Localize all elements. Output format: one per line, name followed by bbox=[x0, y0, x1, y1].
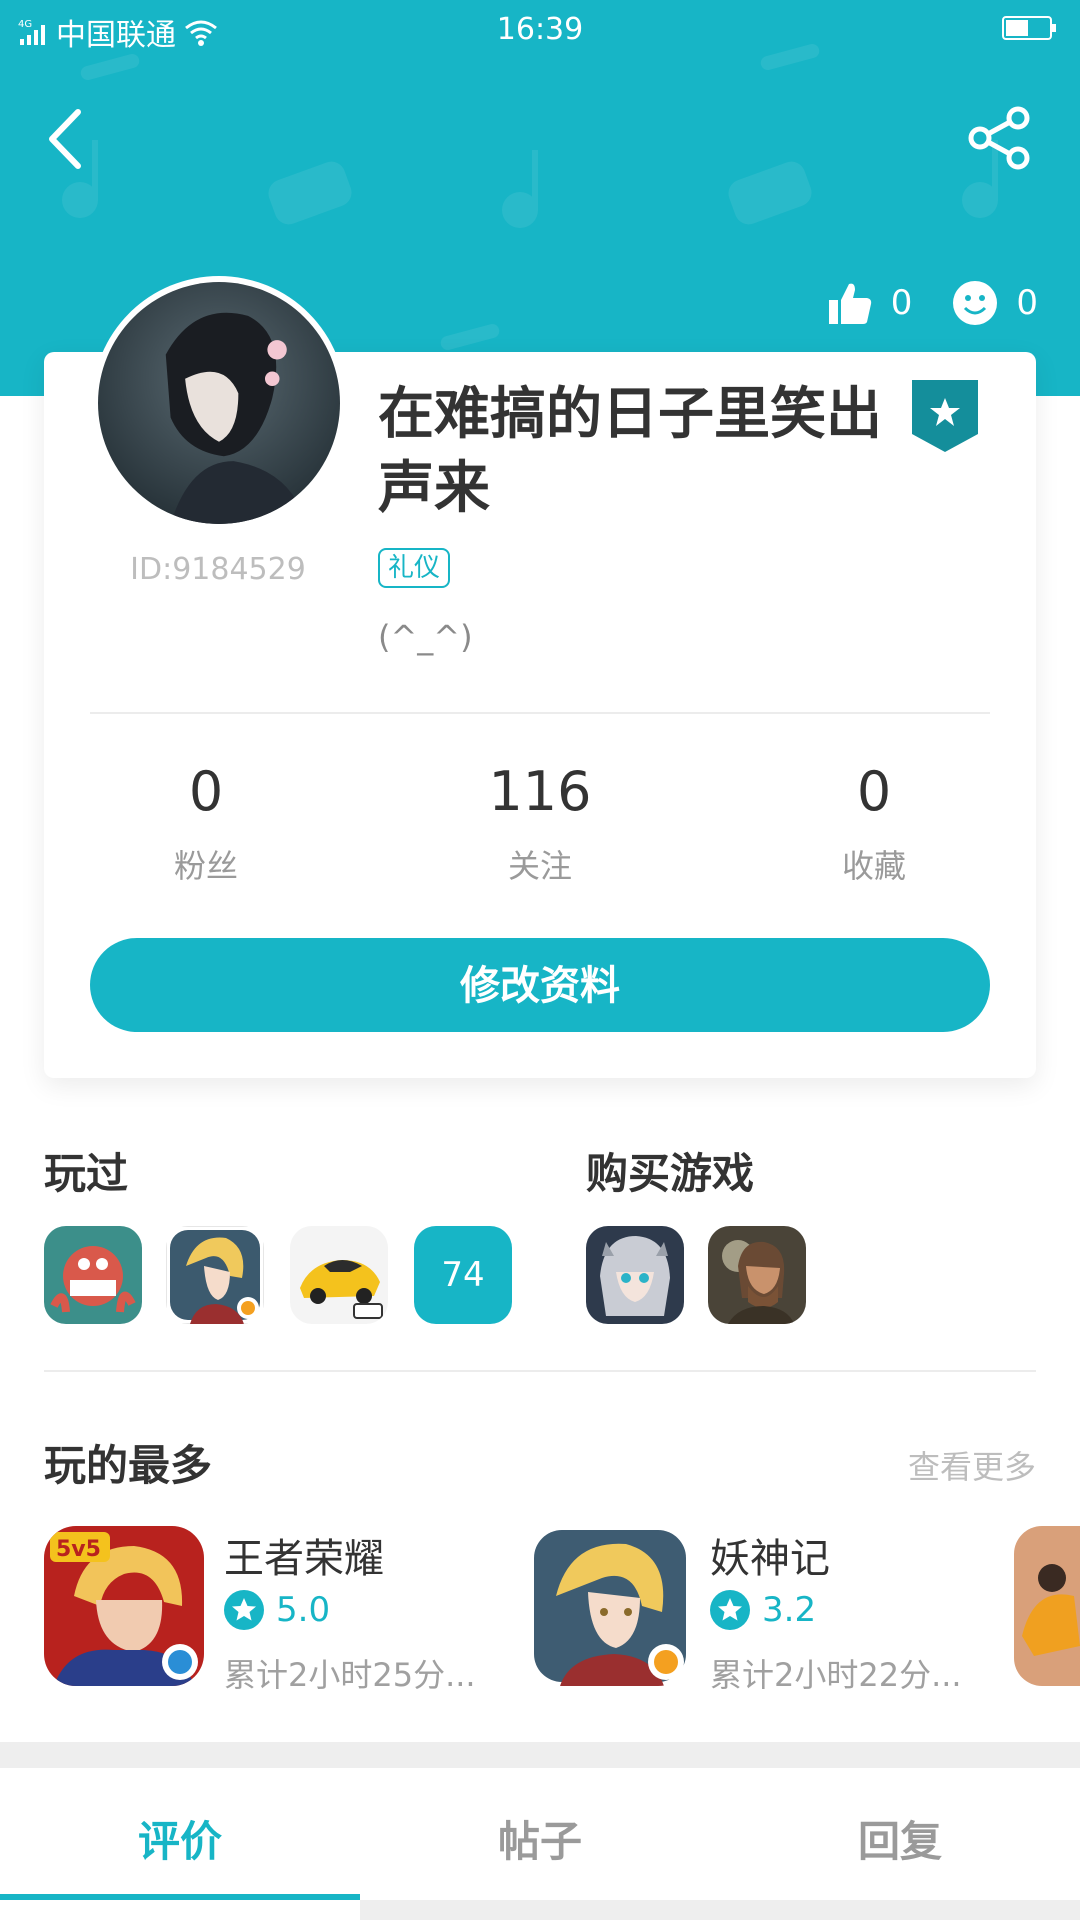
edit-profile-button[interactable]: 修改资料 bbox=[90, 938, 990, 1032]
purchased-title[interactable]: 购买游戏 bbox=[586, 1140, 754, 1201]
nickname: 在难搞的日子里笑出声来 bbox=[378, 382, 882, 521]
see-more-link[interactable]: 查看更多 bbox=[908, 1442, 1036, 1488]
game-icon-octopus[interactable] bbox=[44, 1226, 142, 1324]
play-time: 累计2小时25分... bbox=[224, 1656, 476, 1694]
played-title[interactable]: 玩过 bbox=[44, 1140, 128, 1201]
tabs-separator bbox=[0, 1742, 1080, 1768]
stat-fans[interactable]: 0 粉丝 bbox=[86, 760, 326, 887]
game-rating: 5.0 bbox=[224, 1590, 330, 1630]
game-name: 妖神记 bbox=[710, 1536, 830, 1582]
fans-label: 粉丝 bbox=[173, 847, 238, 885]
most-played-title: 玩的最多 bbox=[44, 1441, 213, 1490]
star-badge-icon bbox=[710, 1590, 750, 1630]
favorites-count: 0 bbox=[856, 760, 892, 823]
smiles-count: 0 bbox=[1016, 283, 1038, 323]
tag-label: 礼仪 bbox=[378, 548, 451, 588]
game-icon-survivor[interactable] bbox=[708, 1226, 806, 1324]
badge-star-icon[interactable] bbox=[912, 380, 978, 452]
game-icon-racing[interactable] bbox=[290, 1226, 388, 1324]
smiley-icon bbox=[953, 281, 998, 325]
user-id: ID:9184529 bbox=[130, 552, 306, 587]
clock: 16:39 bbox=[496, 12, 584, 47]
game-rating: 3.2 bbox=[710, 1590, 816, 1630]
following-count: 116 bbox=[488, 760, 592, 823]
most-played-item[interactable]: 妖神记 3.2 累计2小时22分... bbox=[530, 1526, 980, 1694]
stat-favorites[interactable]: 0 收藏 bbox=[754, 760, 994, 887]
game-icon-partial[interactable] bbox=[1014, 1526, 1080, 1686]
avatar-image bbox=[98, 282, 340, 524]
card-divider bbox=[90, 712, 990, 714]
rating-value: 5.0 bbox=[276, 1590, 331, 1630]
tab-replies[interactable]: 回复 bbox=[720, 1808, 1080, 1869]
played-more-count[interactable]: 74 bbox=[414, 1226, 512, 1324]
signature: (^_^) bbox=[378, 618, 473, 656]
thumbs-up-icon bbox=[828, 283, 871, 324]
stat-following[interactable]: 116 关注 bbox=[420, 760, 660, 887]
likes-count: 0 bbox=[890, 283, 913, 323]
active-tab-indicator bbox=[0, 1894, 360, 1900]
most-played-item[interactable]: 5v5 王者荣耀 5.0 累计2小时25分... bbox=[44, 1526, 494, 1694]
game-icon-yaoshenji[interactable] bbox=[166, 1226, 264, 1324]
battery-icon bbox=[1002, 16, 1056, 40]
play-time: 累计2小时22分... bbox=[710, 1656, 962, 1694]
tab-indicator-track bbox=[360, 1900, 1080, 1920]
game-icon-anime-girl[interactable] bbox=[586, 1226, 684, 1324]
avatar[interactable] bbox=[92, 276, 346, 530]
game-icon-yaoshenji-large bbox=[530, 1526, 690, 1686]
header-stats: 0 0 bbox=[827, 280, 1038, 326]
following-label: 关注 bbox=[507, 847, 572, 885]
favorites-label: 收藏 bbox=[841, 847, 906, 885]
smiles-counter[interactable]: 0 bbox=[952, 280, 1038, 326]
tab-posts[interactable]: 帖子 bbox=[360, 1808, 720, 1869]
status-bar: 4G 中国联通 16:39 bbox=[0, 0, 1080, 60]
rating-value: 3.2 bbox=[762, 1590, 817, 1630]
back-button[interactable] bbox=[40, 104, 92, 174]
likes-counter[interactable]: 0 bbox=[827, 280, 913, 326]
section-divider bbox=[44, 1370, 1036, 1372]
svg-text:5v5: 5v5 bbox=[56, 1537, 101, 1562]
game-name: 王者荣耀 bbox=[224, 1536, 384, 1582]
share-button[interactable] bbox=[968, 106, 1032, 170]
fans-count: 0 bbox=[188, 760, 224, 823]
game-icon-wangzhe: 5v5 bbox=[44, 1526, 204, 1686]
tab-reviews[interactable]: 评价 bbox=[0, 1808, 360, 1869]
star-badge-icon bbox=[224, 1590, 264, 1630]
